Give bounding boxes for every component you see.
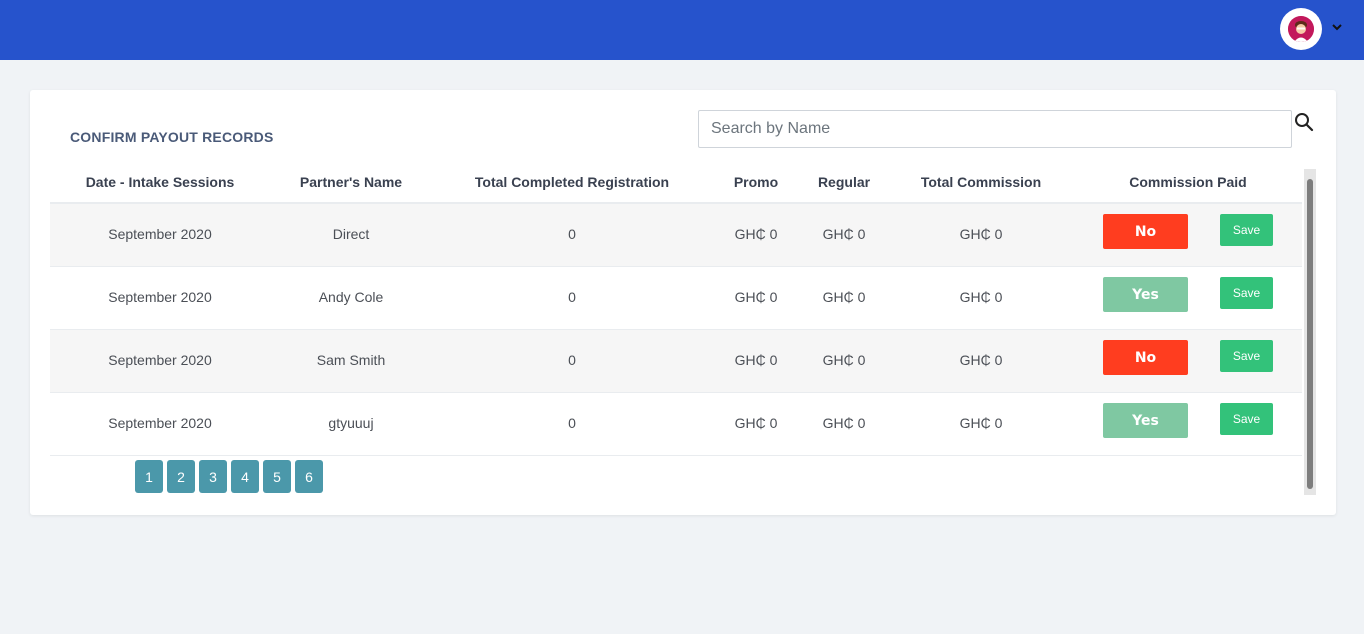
cell-total-registration: 0	[568, 289, 576, 305]
cell-total-commission: GH₵ 0	[959, 226, 1003, 242]
commission-paid-toggle[interactable]: No	[1103, 340, 1188, 375]
page-button-5[interactable]: 5	[263, 460, 291, 493]
cell-regular: GH₵ 0	[822, 415, 866, 431]
table-row: September 2020 gtyuuuj 0 GH₵ 0 GH₵ 0 GH₵…	[50, 393, 1302, 456]
page-button-3[interactable]: 3	[199, 460, 227, 493]
table-scrollbar[interactable]	[1304, 169, 1316, 495]
save-button[interactable]: Save	[1220, 403, 1273, 435]
column-header-partner: Partner's Name	[299, 174, 403, 190]
column-header-total-commission: Total Commission	[920, 174, 1042, 190]
column-header-promo: Promo	[733, 174, 779, 190]
cell-total-registration: 0	[568, 226, 576, 242]
page-title: CONFIRM PAYOUT RECORDS	[70, 129, 274, 145]
user-avatar[interactable]	[1280, 8, 1322, 50]
cell-promo: GH₵ 0	[734, 352, 778, 368]
cell-partner: Andy Cole	[318, 289, 384, 305]
cell-date: September 2020	[108, 289, 212, 305]
cell-regular: GH₵ 0	[822, 289, 866, 305]
cell-regular: GH₵ 0	[822, 226, 866, 242]
page-button-4[interactable]: 4	[231, 460, 259, 493]
cell-promo: GH₵ 0	[734, 415, 778, 431]
table-row: September 2020 Andy Cole 0 GH₵ 0 GH₵ 0 G…	[50, 267, 1302, 330]
save-button[interactable]: Save	[1220, 214, 1273, 246]
payout-records-card: CONFIRM PAYOUT RECORDS Date - Intake Ses…	[30, 90, 1336, 515]
cell-total-commission: GH₵ 0	[959, 352, 1003, 368]
cell-partner: Sam Smith	[316, 352, 386, 368]
commission-paid-toggle[interactable]: No	[1103, 214, 1188, 249]
page-button-2[interactable]: 2	[167, 460, 195, 493]
scrollbar-thumb[interactable]	[1307, 179, 1313, 489]
save-button[interactable]: Save	[1220, 277, 1273, 309]
column-header-commission-paid: Commission Paid	[1129, 174, 1247, 190]
search-input[interactable]	[698, 110, 1292, 148]
commission-paid-toggle[interactable]: Yes	[1103, 403, 1188, 438]
commission-paid-toggle[interactable]: Yes	[1103, 277, 1188, 312]
payout-table: Date - Intake Sessions Partner's Name To…	[50, 170, 1302, 456]
table-row: September 2020 Sam Smith 0 GH₵ 0 GH₵ 0 G…	[50, 330, 1302, 393]
cell-regular: GH₵ 0	[822, 352, 866, 368]
search-icon[interactable]	[1294, 112, 1314, 132]
save-button[interactable]: Save	[1220, 340, 1273, 372]
top-navbar	[0, 0, 1364, 60]
column-header-regular: Regular	[817, 174, 871, 190]
pagination: 1 2 3 4 5 6	[135, 460, 323, 493]
chevron-down-icon[interactable]	[1330, 20, 1344, 34]
cell-date: September 2020	[108, 415, 212, 431]
cell-total-commission: GH₵ 0	[959, 415, 1003, 431]
column-header-total-registration: Total Completed Registration	[474, 174, 670, 190]
cell-total-commission: GH₵ 0	[959, 289, 1003, 305]
cell-date: September 2020	[108, 226, 212, 242]
page-button-1[interactable]: 1	[135, 460, 163, 493]
cell-promo: GH₵ 0	[734, 226, 778, 242]
cell-partner: Direct	[332, 226, 370, 242]
table-header: Date - Intake Sessions Partner's Name To…	[50, 170, 1302, 204]
user-avatar-icon	[1288, 16, 1314, 42]
cell-total-registration: 0	[568, 415, 576, 431]
cell-partner: gtyuuuj	[328, 415, 374, 431]
cell-promo: GH₵ 0	[734, 289, 778, 305]
column-header-date: Date - Intake Sessions	[85, 174, 235, 190]
page-button-6[interactable]: 6	[295, 460, 323, 493]
cell-total-registration: 0	[568, 352, 576, 368]
cell-date: September 2020	[108, 352, 212, 368]
table-row: September 2020 Direct 0 GH₵ 0 GH₵ 0 GH₵ …	[50, 204, 1302, 267]
